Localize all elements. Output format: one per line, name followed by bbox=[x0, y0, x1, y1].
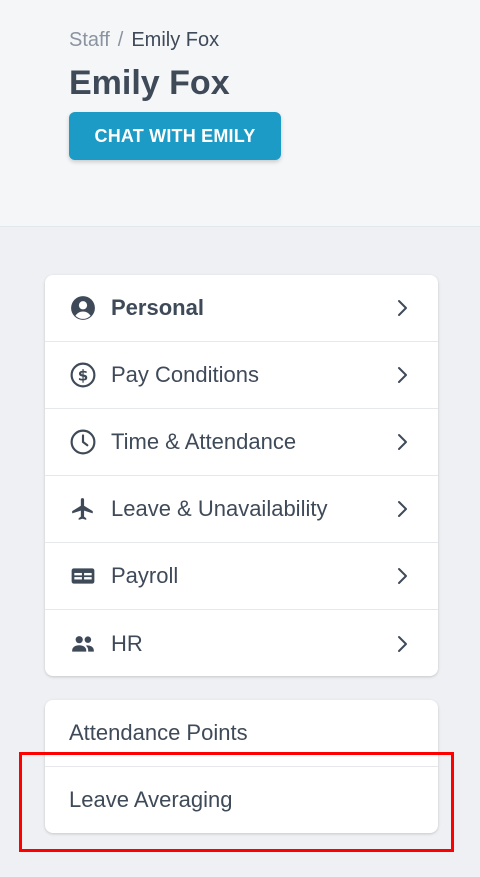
menu-item-label: Leave & Unavailability bbox=[111, 496, 328, 521]
menu-item-label: Payroll bbox=[111, 563, 179, 588]
extra-menu-card: Attendance Points Leave Averaging bbox=[45, 700, 438, 833]
menu-item-payroll[interactable]: Payroll bbox=[45, 543, 438, 610]
breadcrumb-current: Emily Fox bbox=[131, 29, 220, 51]
airplane-icon bbox=[70, 496, 96, 522]
svg-text:$: $ bbox=[78, 366, 89, 384]
menu-item-personal[interactable]: Personal bbox=[45, 275, 438, 342]
chevron-right-icon bbox=[398, 434, 407, 450]
menu-item-pay-conditions[interactable]: $ Pay Conditions bbox=[45, 342, 438, 409]
chevron-right-icon bbox=[398, 568, 407, 584]
person-circle-icon bbox=[70, 295, 96, 321]
dollar-circle-icon: $ bbox=[70, 362, 96, 388]
menu-item-label: Attendance Points bbox=[69, 719, 248, 745]
menu-item-label: Time & Attendance bbox=[111, 429, 297, 454]
chat-with-emily-button[interactable]: CHAT WITH EMILY bbox=[69, 112, 281, 160]
chevron-right-icon bbox=[398, 367, 407, 383]
menu-item-label: Personal bbox=[111, 295, 204, 320]
chevron-right-icon bbox=[398, 501, 407, 517]
menu-item-leave-averaging[interactable]: Leave Averaging bbox=[45, 767, 438, 834]
chevron-right-icon bbox=[398, 635, 407, 652]
menu-item-time-attendance[interactable]: Time & Attendance bbox=[45, 409, 438, 476]
menu-item-attendance-points[interactable]: Attendance Points bbox=[45, 700, 438, 767]
menu-item-hr[interactable]: HR bbox=[45, 610, 438, 676]
breadcrumb: Staff / Emily Fox bbox=[69, 29, 219, 52]
breadcrumb-staff-link[interactable]: Staff bbox=[69, 29, 110, 52]
menu-item-label: HR bbox=[111, 630, 143, 656]
chevron-right-icon bbox=[398, 300, 407, 316]
page-header: Staff / Emily Fox Emily Fox CHAT WITH EM… bbox=[0, 0, 480, 227]
menu-item-label: Leave Averaging bbox=[69, 786, 233, 812]
menu-item-leave-unavailability[interactable]: Leave & Unavailability bbox=[45, 476, 438, 543]
payroll-card-icon bbox=[70, 563, 96, 589]
page-title: Emily Fox bbox=[69, 64, 230, 102]
people-icon bbox=[70, 631, 96, 657]
breadcrumb-separator: / bbox=[117, 29, 124, 51]
clock-icon bbox=[70, 429, 96, 455]
menu-item-label: Pay Conditions bbox=[111, 362, 259, 387]
staff-menu-card: Personal $ Pay Conditions Time & Attenda… bbox=[45, 275, 438, 676]
